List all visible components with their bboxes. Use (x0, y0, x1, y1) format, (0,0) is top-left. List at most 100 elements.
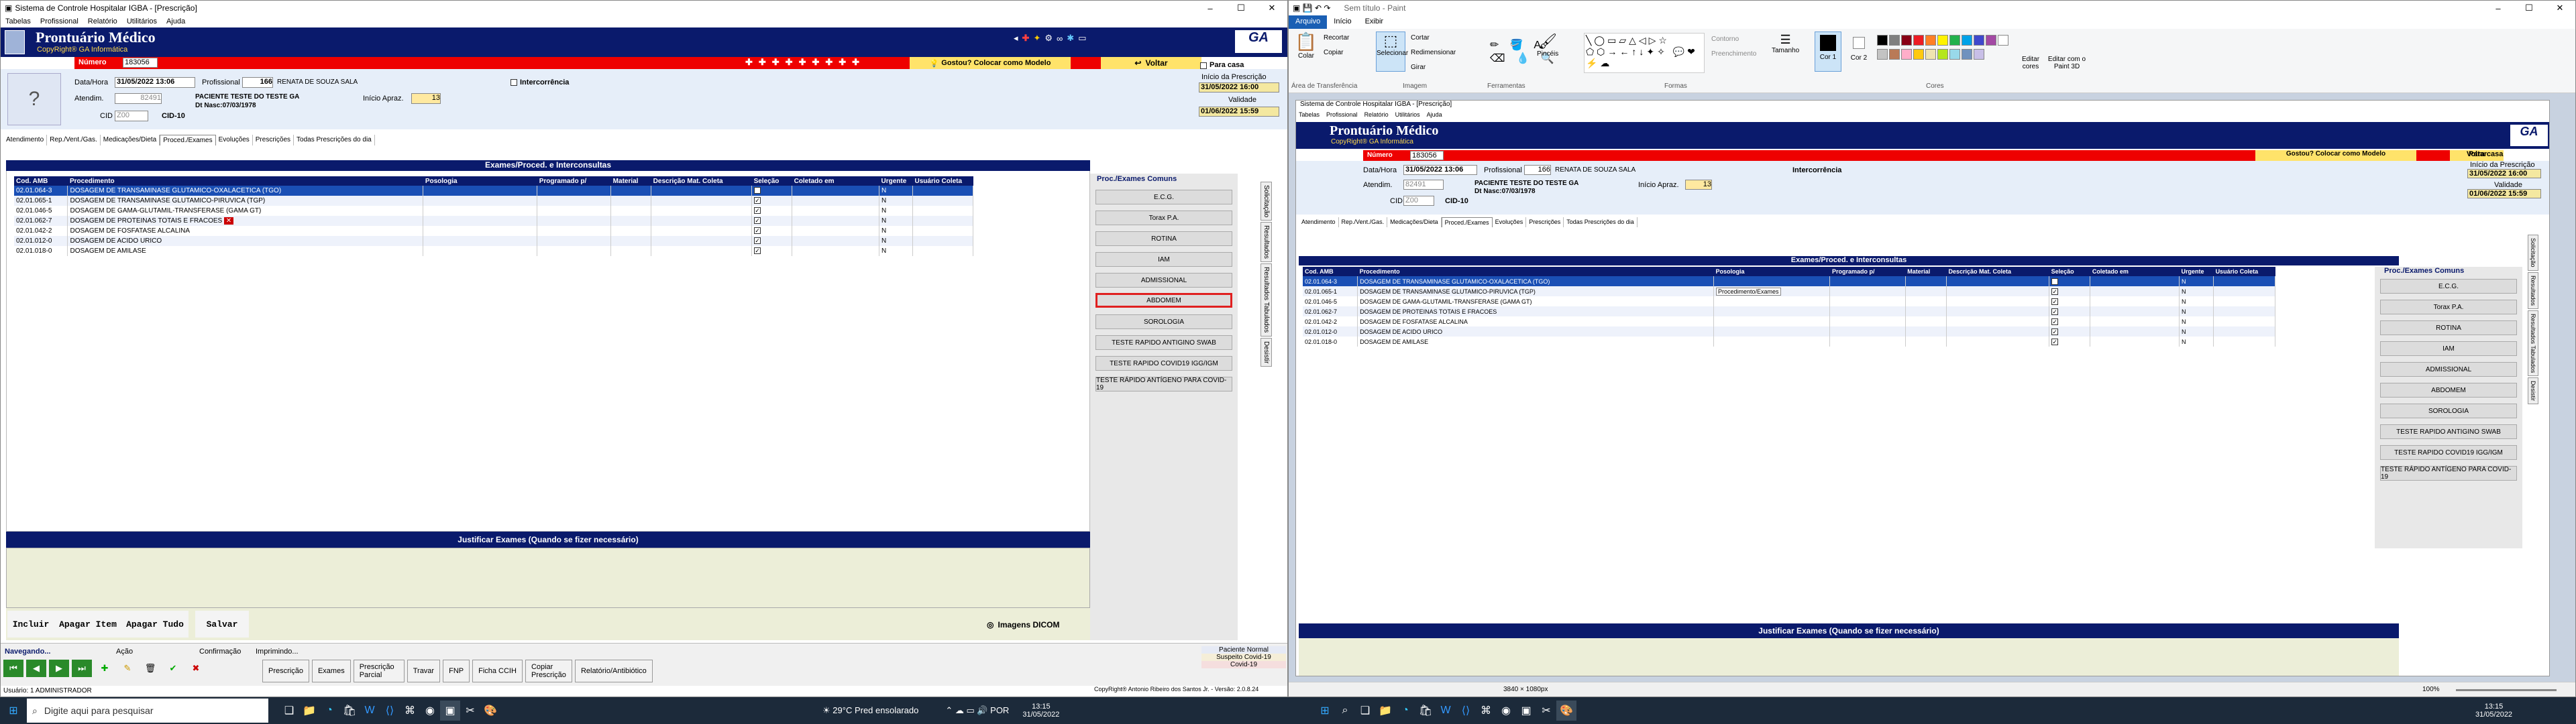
select-button[interactable]: ⬚ Selecionar (1376, 32, 1408, 72)
table-row[interactable]: 02.01.064-3 DOSAGEM DE TRANSAMINASE GLUTA… (14, 186, 974, 196)
incluir-button[interactable]: Incluir (7, 611, 54, 638)
palette-swatch[interactable] (1949, 35, 1960, 46)
paint-icon[interactable]: 🎨 (480, 701, 500, 721)
palette-swatch[interactable] (1877, 35, 1888, 46)
table-row[interactable]: 02.01.042-2 DOSAGEM DE FOSFATASE ALCALINA… (14, 226, 974, 236)
selecao-checkbox[interactable]: ✓ (754, 217, 761, 224)
resize-button[interactable]: Redimensionar (1411, 49, 1456, 56)
start-icon[interactable]: ⊞ (0, 701, 27, 721)
table-row[interactable]: 02.01.062-7 DOSAGEM DE PROTEINAS TOTAIS E… (14, 216, 974, 226)
contorno-dropdown[interactable]: Contorno (1711, 36, 1739, 43)
tab-prescricoes[interactable]: Prescrições (253, 135, 294, 145)
gear-icon[interactable]: ⚙ (1044, 33, 1053, 44)
vscode-icon[interactable]: ⟨⟩ (380, 701, 400, 721)
atendimento-field[interactable]: 82491 (115, 93, 162, 104)
fnp-button[interactable]: FNP (443, 660, 470, 682)
gostou-button[interactable]: 💡 Gostou? Colocar como Modelo (910, 57, 1071, 69)
edit-colors-button[interactable]: Editar cores (2017, 56, 2044, 70)
delete-record-icon[interactable]: 🗑 (140, 660, 160, 677)
paint-icon-2[interactable]: 🎨 (1556, 701, 1576, 721)
task-view-icon[interactable]: ❑ (279, 701, 299, 721)
palette-swatch[interactable] (1913, 49, 1924, 60)
common-exam-button[interactable]: E.C.G. (1095, 190, 1232, 204)
brushes-button[interactable]: 🖌 Pincéis (1537, 33, 1558, 58)
common-exam-button[interactable]: TESTE RÁPIDO ANTÍGENO PARA COVID-19 (1095, 377, 1232, 391)
tab-todas-prescricoes[interactable]: Todas Prescrições do dia (294, 135, 375, 145)
dicom-button[interactable]: ◎ Imagens DICOM (987, 617, 1087, 632)
ficha-ccih-button[interactable]: Ficha CCIH (472, 660, 523, 682)
relatorio-antibiotico-button[interactable]: Relatório/Antibiótico (574, 660, 653, 682)
table-row[interactable]: 02.01.012-0 DOSAGEM DE ACIDO URICO ✓ N (14, 236, 974, 246)
palette-swatch[interactable] (1889, 35, 1900, 46)
tool-app-icon-2[interactable]: ✂ (1536, 701, 1556, 721)
tab-proced-exames[interactable]: Proced./Exames (160, 135, 216, 145)
selecao-checkbox[interactable]: ✓ (754, 207, 761, 214)
para-casa-checkbox[interactable] (1200, 62, 1207, 69)
store-icon-2[interactable]: 🛍 (1415, 701, 1436, 721)
delete-row-icon[interactable]: ✕ (223, 217, 233, 225)
store-icon[interactable]: 🛍 (339, 701, 360, 721)
palette-swatch[interactable] (1925, 49, 1936, 60)
menu-profissional[interactable]: Profissional (36, 17, 83, 25)
cancel-icon[interactable]: ✖ (186, 660, 206, 677)
edge-icon-2[interactable]: ◔ (1395, 701, 1415, 721)
menu-utilitarios[interactable]: Utilitários (122, 17, 162, 25)
vtab-solicitacao[interactable]: Solicitação (1260, 182, 1272, 221)
voltar-button[interactable]: ↩ Voltar (1101, 57, 1201, 69)
prescricao-print-button[interactable]: Prescrição (262, 660, 309, 682)
data-hora-field[interactable]: 31/05/2022 13:06 (115, 77, 195, 88)
hospital-app-icon[interactable]: ▣ (440, 701, 460, 721)
paint-canvas[interactable]: Sistema de Controle Hospitalar IGBA - [P… (1295, 100, 2550, 676)
add-icon[interactable]: ✚ (1022, 33, 1030, 44)
table-row[interactable]: 02.01.046-5 DOSAGEM DE GAMA-GLUTAMIL-TRAN… (14, 206, 974, 216)
color2-button[interactable]: Cor 2 (1845, 32, 1872, 72)
file-explorer-icon-2[interactable]: 📁 (1375, 701, 1395, 721)
minimize-button[interactable]: – (1195, 1, 1226, 15)
tool-app-icon[interactable]: ✂ (460, 701, 480, 721)
palette-swatch[interactable] (1925, 35, 1936, 46)
palette-swatch[interactable] (1962, 35, 1972, 46)
settings-icon[interactable]: ✱ (1067, 33, 1074, 44)
inicio-prescricao-field[interactable]: 31/05/2022 16:00 (1199, 82, 1279, 93)
confirm-icon[interactable]: ✔ (163, 660, 183, 677)
file-explorer-icon[interactable]: 📁 (299, 701, 319, 721)
vscode-icon-2[interactable]: ⟨⟩ (1456, 701, 1476, 721)
cut-button[interactable]: Recortar (1324, 34, 1349, 42)
palette-swatch[interactable] (1877, 49, 1888, 60)
start-icon-2[interactable]: ⊞ (1315, 701, 1335, 721)
vtab-desistir[interactable]: Desistir (1260, 337, 1272, 367)
clock-2[interactable]: 13:15 31/05/2022 (2475, 703, 2512, 719)
table-row[interactable]: 02.01.065-1 DOSAGEM DE TRANSAMINASE GLUTA… (14, 196, 974, 206)
rotate-button[interactable]: Girar (1411, 64, 1426, 71)
tab-atendimento[interactable]: Atendimento (3, 135, 48, 145)
shapes-gallery[interactable]: ╲◯▭▱△◁▷☆ ⬠⬡→←↑↓✦✧ 💬❤⚡☁ (1584, 33, 1705, 73)
palette-swatch[interactable] (1889, 49, 1900, 60)
palette-swatch[interactable] (1986, 35, 1996, 46)
palette-swatch[interactable] (1901, 49, 1912, 60)
table-row[interactable]: 02.01.018-0 DOSAGEM DE AMILASE ✓ N (14, 246, 974, 256)
exames-button[interactable]: Exames (311, 660, 351, 682)
glasses-icon[interactable]: ∞ (1057, 34, 1063, 44)
zoom-slider[interactable] (2456, 689, 2557, 691)
palette-swatch[interactable] (1913, 35, 1924, 46)
palette-swatch[interactable] (1901, 35, 1912, 46)
palette-swatch[interactable] (1998, 35, 2008, 46)
cid-field[interactable]: Z00 (115, 111, 148, 121)
word-icon[interactable]: W (360, 701, 380, 721)
next-record-icon[interactable]: ▶ (49, 660, 69, 677)
color-palette[interactable] (1876, 34, 2010, 62)
nav-left-icon[interactable]: ◂ (1014, 33, 1018, 44)
paint-tab-inicio[interactable]: Início (1327, 15, 1358, 29)
vtab-resultados[interactable]: Resultados (1260, 222, 1272, 263)
hospital-app-icon-2[interactable]: ▣ (1516, 701, 1536, 721)
palette-swatch[interactable] (1937, 49, 1948, 60)
numero-field[interactable]: 183056 (123, 58, 158, 68)
palette-swatch[interactable] (1962, 49, 1972, 60)
paste-button[interactable]: 📋 Colar (1293, 32, 1320, 72)
last-record-icon[interactable]: ⏭ (72, 660, 92, 677)
weather-widget[interactable]: ☀ 29°C Pred ensolarado (822, 705, 918, 716)
app-icon[interactable]: ⌘ (400, 701, 420, 721)
palette-swatch[interactable] (1974, 35, 1984, 46)
inicio-apraz-field[interactable]: 13 (411, 93, 441, 104)
prev-record-icon[interactable]: ◀ (26, 660, 46, 677)
